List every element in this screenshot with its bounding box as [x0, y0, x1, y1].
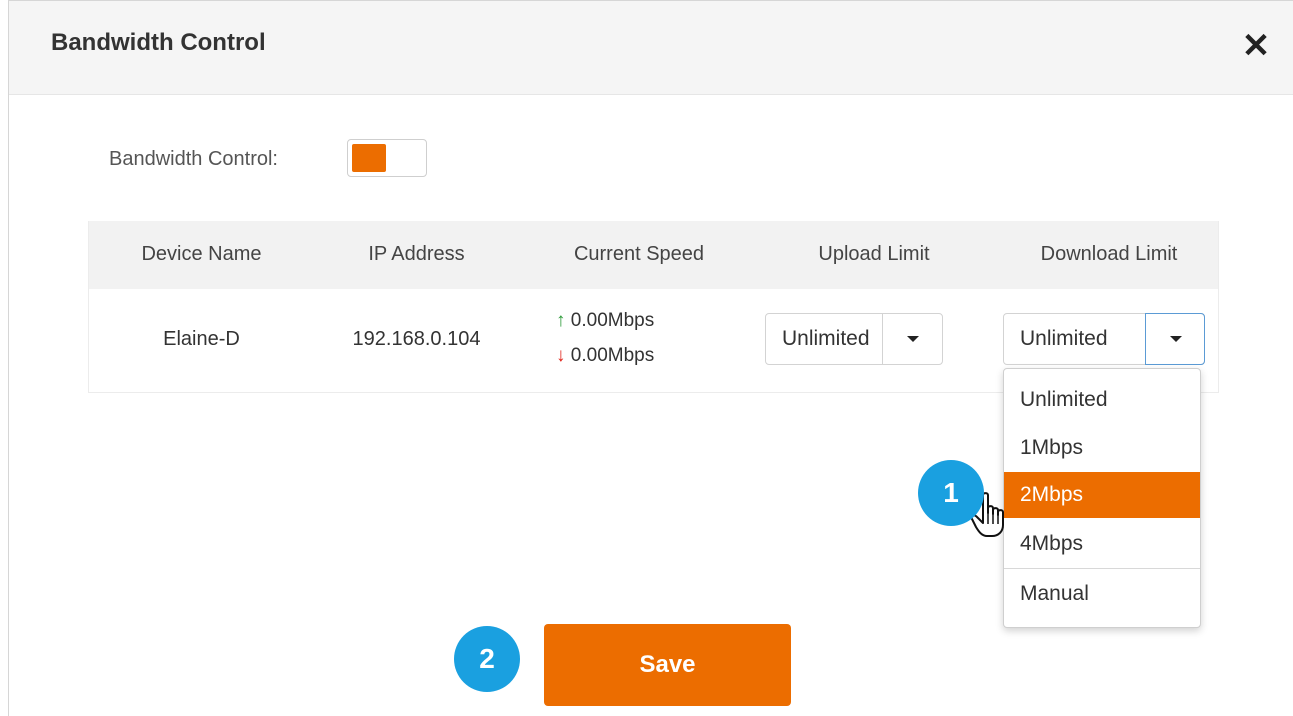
dialog-header: Bandwidth Control ✕ [9, 1, 1293, 95]
step-1-badge: 1 [918, 460, 984, 526]
header-ip-address: IP Address [368, 243, 465, 265]
download-limit-select[interactable]: Unlimited [1003, 313, 1205, 365]
upload-speed: ↑ 0.00Mbps [556, 310, 654, 332]
toggle-on-indicator [352, 144, 386, 172]
dropdown-divider [1004, 568, 1200, 569]
option-1mbps[interactable]: 1Mbps [1004, 425, 1200, 471]
dialog-title: Bandwidth Control [51, 29, 266, 56]
bandwidth-control-label: Bandwidth Control: [109, 148, 278, 170]
option-2mbps[interactable]: 2Mbps [1004, 472, 1200, 518]
header-device-name: Device Name [141, 243, 262, 265]
upload-speed-value: 0.00Mbps [570, 310, 655, 331]
step-2-badge: 2 [454, 626, 520, 692]
cell-ip-address: 192.168.0.104 [352, 328, 481, 350]
caret-down-icon [1170, 336, 1182, 342]
header-upload-limit: Upload Limit [818, 243, 930, 265]
upload-arrow-icon: ↑ [556, 310, 566, 331]
bandwidth-dialog: Bandwidth Control ✕ Bandwidth Control: D… [8, 0, 1293, 716]
header-current-speed: Current Speed [573, 243, 705, 265]
caret-down-icon [907, 336, 919, 342]
cell-device-name: Elaine-D [163, 328, 240, 350]
upload-limit-value: Unlimited [782, 327, 870, 350]
download-speed-value: 0.00Mbps [570, 345, 655, 366]
option-unlimited[interactable]: Unlimited [1004, 377, 1200, 423]
download-speed: ↓ 0.00Mbps [556, 345, 654, 367]
header-download-limit: Download Limit [1040, 243, 1178, 265]
option-4mbps[interactable]: 4Mbps [1004, 521, 1200, 567]
upload-limit-select[interactable]: Unlimited [765, 313, 943, 365]
table-header: Device Name IP Address Current Speed Upl… [89, 221, 1218, 289]
option-manual[interactable]: Manual [1004, 571, 1200, 617]
download-limit-dropdown-button[interactable] [1145, 313, 1205, 365]
download-limit-dropdown-menu: Unlimited 1Mbps 2Mbps 4Mbps Manual [1003, 368, 1201, 628]
upload-limit-dropdown-button[interactable] [882, 314, 942, 364]
close-icon[interactable]: ✕ [1241, 29, 1271, 63]
bandwidth-control-toggle[interactable] [347, 139, 427, 177]
save-button[interactable]: Save [544, 624, 791, 706]
download-limit-value: Unlimited [1020, 327, 1108, 350]
download-arrow-icon: ↓ [556, 345, 566, 366]
